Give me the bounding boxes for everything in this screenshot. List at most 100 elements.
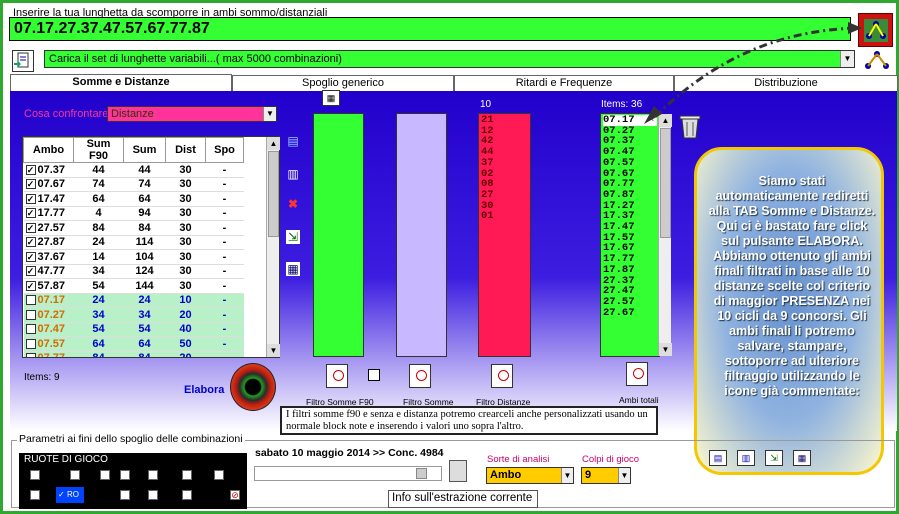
row-checkbox[interactable]: [25, 338, 36, 349]
filter-icon[interactable]: ▦: [286, 262, 300, 276]
ambi-totali-button[interactable]: [626, 362, 648, 386]
ruota-checkbox[interactable]: [30, 470, 40, 480]
row-checkbox[interactable]: [25, 353, 36, 357]
table-row[interactable]: ✓ 27.87 24 114 30-: [23, 235, 244, 250]
row-checkbox[interactable]: [25, 324, 36, 335]
column-header[interactable]: Sum: [123, 137, 166, 163]
table-scrollbar[interactable]: ▲ ▼: [266, 137, 280, 357]
ruota-checkbox[interactable]: [100, 470, 110, 480]
info-estrazione-button[interactable]: Info sull'estrazione corrente: [388, 490, 538, 508]
table-row[interactable]: ✓ 27.57 84 84 30-: [23, 220, 244, 236]
filtro-distanze-list[interactable]: 21 12 42 44 37 02 08 27 30 01: [478, 113, 531, 357]
filtro-somme-box[interactable]: [396, 113, 447, 357]
compare-select[interactable]: Distanze ▼: [107, 106, 277, 122]
table-row[interactable]: ✓ 17.77 4 94 30-: [23, 206, 244, 221]
print-icon[interactable]: ▥: [286, 167, 300, 181]
somme-checkbox[interactable]: [368, 369, 380, 381]
row-checkbox[interactable]: ✓: [25, 266, 36, 277]
column-header[interactable]: Sum F90: [73, 137, 124, 163]
filtro-somme-f90-button[interactable]: [326, 364, 348, 388]
scroll-thumb[interactable]: [268, 151, 279, 237]
row-checkbox[interactable]: ✓: [25, 164, 36, 175]
cell-sum: 94: [123, 206, 166, 221]
filtro-distanze-button[interactable]: [491, 364, 513, 388]
row-checkbox[interactable]: ✓: [25, 251, 36, 262]
table-row[interactable]: ✓ 07.37 44 44 30-: [23, 162, 244, 178]
ruota-checkbox[interactable]: [182, 470, 192, 480]
clear-ruote-icon[interactable]: ⊘: [230, 490, 240, 500]
callout-bubble: Siamo stati automaticamente rediretti al…: [694, 147, 884, 475]
ruota-selected[interactable]: ✓ RO: [56, 487, 84, 503]
report-icon[interactable]: [449, 460, 467, 482]
table-row[interactable]: ✓ 47.77 34 124 30-: [23, 264, 244, 279]
cell-f90: 74: [73, 177, 124, 192]
tab-somme-distanze[interactable]: Somme e Distanze: [10, 74, 232, 92]
load-file-icon[interactable]: [12, 50, 34, 72]
save-icon[interactable]: ▤: [286, 134, 300, 148]
export-icon[interactable]: ⇲: [286, 230, 300, 244]
ruota-checkbox[interactable]: [30, 490, 40, 500]
table-row[interactable]: 07.77848420-: [23, 351, 244, 357]
slider-thumb[interactable]: [416, 468, 427, 479]
table-row[interactable]: ✓ 17.47 64 64 30-: [23, 191, 244, 207]
combo-value: Carica il set di lunghette variabili...(…: [49, 53, 342, 65]
delete-icon[interactable]: ✖: [286, 197, 300, 211]
row-checkbox[interactable]: ✓: [25, 237, 36, 248]
tab-spoglio-generico[interactable]: Spoglio generico: [232, 75, 454, 91]
row-checkbox[interactable]: ✓: [25, 208, 36, 219]
table-row[interactable]: 07.47 54 54 40-: [23, 322, 244, 337]
colpi-select[interactable]: 9 ▼: [581, 467, 631, 484]
chevron-down-icon[interactable]: ▼: [263, 107, 276, 121]
ruota-checkbox[interactable]: [182, 490, 192, 500]
draw-slider[interactable]: [254, 466, 442, 481]
column-header[interactable]: Spo: [205, 137, 244, 163]
table-row[interactable]: ✓ 37.67 14 104 30-: [23, 249, 244, 265]
ambo-item[interactable]: 07.57: [603, 158, 657, 169]
distanza-item[interactable]: 37: [481, 158, 528, 169]
filtro-somme-f90-box[interactable]: [313, 113, 364, 357]
table-row[interactable]: ✓ 57.87 54 144 30-: [23, 278, 244, 294]
row-checkbox[interactable]: [25, 295, 36, 306]
chevron-down-icon[interactable]: ▼: [618, 468, 630, 483]
table-row[interactable]: 07.27 34 34 20-: [23, 307, 244, 323]
cell-f90: 24: [73, 235, 124, 250]
sorte-select[interactable]: Ambo ▼: [486, 467, 574, 484]
chevron-down-icon[interactable]: ▼: [561, 468, 573, 483]
filtro-somme-button[interactable]: [409, 364, 431, 388]
cell-dist: 30: [165, 278, 206, 294]
scroll-thumb[interactable]: [660, 128, 671, 238]
cell-spo: -: [205, 191, 244, 207]
column-header[interactable]: Ambo: [23, 137, 74, 163]
compare-label: Cosa confrontare: [24, 108, 109, 120]
row-checkbox[interactable]: ✓: [25, 280, 36, 291]
ambo-item[interactable]: 17.87: [603, 265, 657, 276]
row-checkbox[interactable]: ✓: [25, 222, 36, 233]
table-row[interactable]: 07.17 24 24 10-: [23, 293, 244, 308]
cell-f90: 4: [73, 206, 124, 221]
table-row[interactable]: ✓ 07.67 74 74 30-: [23, 177, 244, 192]
ruota-checkbox[interactable]: [120, 470, 130, 480]
filter-small-icon[interactable]: ▦: [322, 90, 340, 106]
column-header[interactable]: Dist: [165, 137, 206, 163]
row-checkbox[interactable]: ✓: [25, 193, 36, 204]
ambi-scrollbar[interactable]: ▲ ▼: [658, 114, 672, 356]
ruota-checkbox[interactable]: [70, 470, 80, 480]
table-row[interactable]: 07.57 64 64 50-: [23, 336, 244, 352]
ruota-checkbox[interactable]: [148, 490, 158, 500]
cell-spo: -: [205, 336, 244, 352]
distanza-item[interactable]: 01: [481, 211, 528, 222]
ambo-value: 07.37: [37, 163, 66, 176]
scroll-down-icon[interactable]: ▼: [267, 344, 280, 357]
ambi-totali-list[interactable]: 07.17 07.27 07.37 07.47 07.57 07.67 07.77 07.87…: [600, 113, 660, 357]
cell-dist: 30: [165, 206, 206, 221]
ambo-item[interactable]: 27.67: [603, 307, 657, 319]
ruota-checkbox[interactable]: [120, 490, 130, 500]
scroll-down-icon[interactable]: ▼: [659, 343, 672, 356]
cell-sum: 64: [123, 336, 166, 352]
row-checkbox[interactable]: ✓: [25, 179, 36, 190]
ruota-checkbox[interactable]: [148, 470, 158, 480]
ruota-checkbox[interactable]: [214, 470, 224, 480]
scroll-up-icon[interactable]: ▲: [267, 137, 280, 150]
row-checkbox[interactable]: [25, 309, 36, 320]
elabora-button[interactable]: [230, 363, 276, 411]
